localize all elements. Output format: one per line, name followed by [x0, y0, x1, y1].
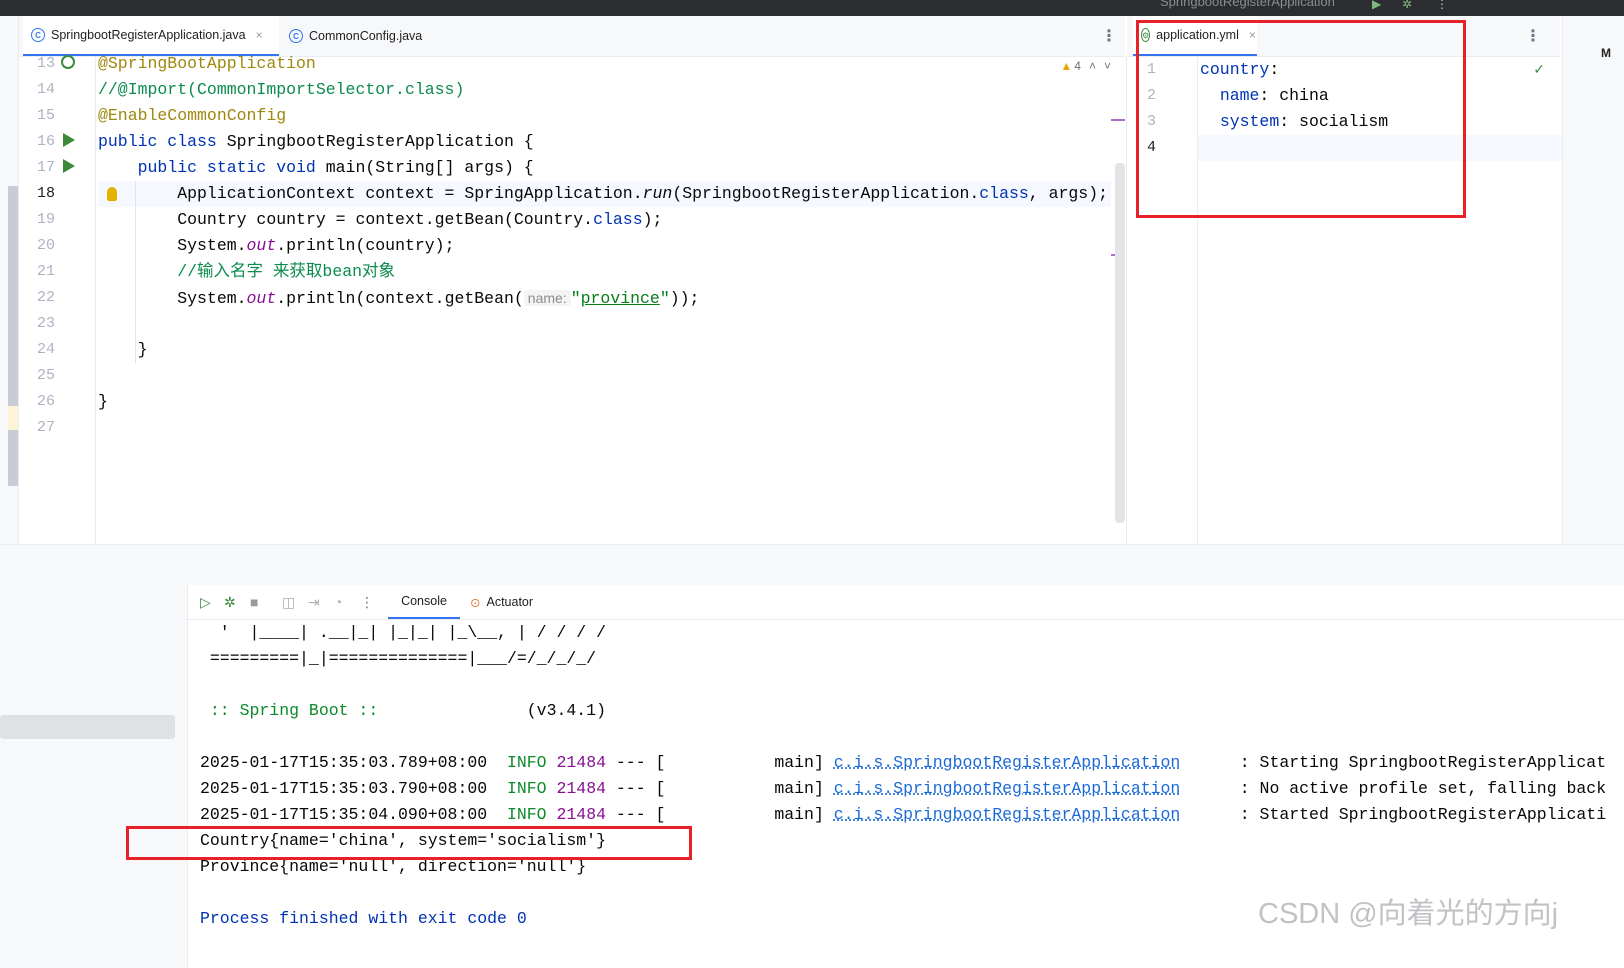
tab-springboot-register-application[interactable]: C SpringbootRegisterApplication.java × [23, 16, 279, 56]
run-icon[interactable]: ▶ [1372, 0, 1381, 11]
code-line-26: } [98, 392, 108, 411]
actuator-icon: ⊙ [470, 595, 481, 610]
panel-gap [0, 545, 1624, 585]
scroll-mark [1111, 119, 1125, 121]
code-line-22: System.out.println(context.getBean(name:… [177, 289, 700, 308]
editor-gutter: 13 14 15 16 17 18 19 20 21 22 23 24 25 2… [19, 55, 96, 544]
line-number: 17 [36, 159, 55, 176]
left-tool-strip [0, 16, 19, 544]
line-number: 22 [36, 289, 55, 306]
title-bar: SpringbootRegisterApplication ▶ ✲ ⋮ [0, 0, 1624, 16]
logger-link: c.i.s.SpringbootRegisterApplication [833, 779, 1181, 798]
warning-count: 4 [1074, 59, 1081, 73]
code-line-17: public static void main(String[] args) { [137, 158, 534, 177]
line-number: 15 [36, 107, 55, 124]
log-line: 2025-01-17T15:35:03.790+08:00 INFO 21484… [200, 779, 1607, 798]
logger-link: c.i.s.SpringbootRegisterApplication [833, 753, 1181, 772]
tab-common-config[interactable]: C CommonConfig.java [281, 16, 431, 56]
code-line-20: System.out.println(country); [177, 236, 455, 255]
line-number: 25 [36, 367, 55, 384]
debug-icon[interactable]: ✲ [1402, 0, 1412, 11]
process-finished: Process finished with exit code 0 [200, 909, 527, 928]
right-tool-strip: M [1562, 16, 1624, 544]
code-line-21: //输入名字 来获取bean对象 [177, 262, 396, 281]
run-gutter-icon[interactable] [63, 158, 77, 174]
code-line-18: ApplicationContext context = SpringAppli… [177, 184, 1109, 203]
run-tree-panel [0, 585, 188, 968]
console-line: :: Spring Boot :: (v3.4.1) [200, 701, 606, 720]
maven-icon[interactable]: M [1601, 46, 1611, 60]
change-marker [8, 406, 18, 430]
stop-icon[interactable]: ■ [250, 594, 258, 610]
line-number: 21 [36, 263, 55, 280]
chevron-down-icon[interactable]: ˅ [1104, 59, 1111, 73]
chevron-up-icon[interactable]: ˄ [1089, 59, 1096, 73]
close-icon[interactable]: × [256, 28, 263, 42]
code-line-16: public class SpringbootRegisterApplicati… [98, 132, 534, 151]
lightbulb-icon[interactable] [107, 187, 117, 201]
parameter-hint: name: [523, 290, 571, 306]
code-line-13: @SpringBootApplication [98, 54, 316, 73]
tab-actuator[interactable]: ⊙ Actuator [470, 585, 533, 619]
spring-bean-icon[interactable] [61, 55, 75, 69]
inspection-widget[interactable]: ▲ 4 ˄ ˅ [1060, 59, 1111, 73]
rerun-icon[interactable]: ▷ [200, 594, 211, 611]
logger-link: c.i.s.SpringbootRegisterApplication [833, 805, 1181, 824]
line-number: 13 [36, 55, 55, 72]
java-editor[interactable]: 13 14 15 16 17 18 19 20 21 22 23 24 25 2… [19, 54, 1125, 544]
run-config-label[interactable]: SpringbootRegisterApplication [1160, 0, 1335, 9]
run-toolbar: ▷ ✲ ■ ◫ ⇥ ◔ ⋮ Console ⊙ Actuator [188, 585, 1624, 620]
debug-icon[interactable]: ✲ [224, 594, 236, 611]
more-icon[interactable]: ⋮ [360, 594, 374, 611]
line-number: 26 [36, 393, 55, 410]
check-icon: ✓ [1533, 61, 1545, 77]
line-number: 20 [36, 237, 55, 254]
line-number: 27 [36, 419, 55, 436]
console-line: ' |____| .__|_| |_|_| |_\__, | / / / / [200, 623, 606, 642]
vertical-scrollbar[interactable] [1115, 163, 1125, 523]
exit-icon[interactable]: ⇥ [308, 594, 320, 611]
line-number: 24 [36, 341, 55, 358]
class-file-icon: C [289, 29, 303, 43]
line-number: 19 [36, 211, 55, 228]
log-line: 2025-01-17T15:35:03.789+08:00 INFO 21484… [200, 753, 1607, 772]
code-line-24: } [137, 340, 148, 359]
tab-label: SpringbootRegisterApplication.java [51, 28, 246, 42]
highlight-box-output [126, 826, 692, 860]
tab-more-icon[interactable]: ⋮ [1525, 26, 1541, 46]
code-line-14: //@Import(CommonImportSelector.class) [98, 80, 465, 99]
line-number: 14 [36, 81, 55, 98]
line-number-current: 18 [36, 185, 55, 202]
tab-more-icon[interactable]: ⋮ [1101, 26, 1117, 46]
code-area[interactable]: @SpringBootApplication //@Import(CommonI… [98, 54, 1111, 544]
code-line-15: @EnableCommonConfig [98, 106, 287, 125]
log-line: 2025-01-17T15:35:04.090+08:00 INFO 21484… [200, 805, 1607, 824]
watermark: CSDN @向着光的方向j [1258, 898, 1559, 930]
tab-label: CommonConfig.java [309, 29, 423, 43]
scroll-marker [8, 186, 18, 486]
more-icon[interactable]: ⋮ [1436, 0, 1448, 11]
warning-icon: ▲ [1060, 59, 1073, 73]
selected-run-item[interactable] [0, 715, 175, 739]
tab-console[interactable]: Console [388, 585, 460, 619]
console-line: =========|_|==============|___/=/_/_/_/ [200, 649, 597, 668]
gauge-icon[interactable]: ◔ [334, 594, 342, 610]
camera-icon[interactable]: ◫ [282, 594, 295, 611]
highlight-box-yaml [1136, 20, 1466, 218]
class-file-icon: C [31, 28, 45, 42]
line-number: 16 [36, 133, 55, 150]
run-gutter-icon[interactable] [63, 132, 77, 148]
code-line-19: Country country = context.getBean(Countr… [177, 210, 663, 229]
line-number: 23 [36, 315, 55, 332]
